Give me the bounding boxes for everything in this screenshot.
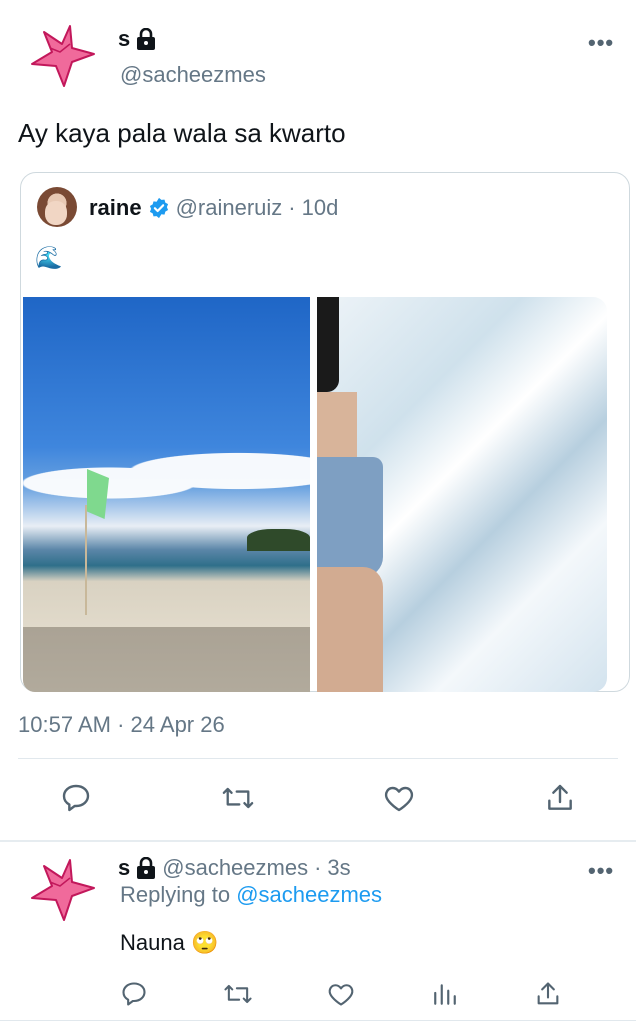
author-name-row: s (118, 26, 156, 52)
avatar[interactable] (30, 24, 96, 90)
retweet-icon[interactable] (220, 782, 256, 814)
separator-dot: · (117, 712, 131, 737)
separator-dot: · (288, 195, 296, 220)
analytics-icon[interactable] (432, 980, 458, 1008)
reply-more-options-icon[interactable]: ••• (588, 858, 614, 884)
quoted-author-row: raine @raineruiz · 10d (89, 195, 338, 221)
quoted-tweet-age: 10d (301, 195, 339, 220)
reply-icon[interactable] (60, 782, 92, 814)
like-icon[interactable] (382, 782, 416, 814)
more-options-icon[interactable]: ••• (588, 30, 614, 56)
divider (18, 758, 618, 759)
tweet-date: 24 Apr 26 (130, 712, 225, 737)
quoted-author-handle[interactable]: @raineruiz (176, 195, 283, 221)
beach-shore-photo[interactable] (23, 297, 310, 692)
lock-icon (137, 857, 156, 879)
quoted-tweet-text: 🌊 (35, 245, 63, 270)
share-icon[interactable] (534, 980, 562, 1008)
ocean-foam-photo[interactable] (317, 297, 607, 692)
quoted-avatar[interactable] (37, 187, 77, 227)
author-name[interactable]: s (118, 26, 130, 52)
reply-age: 3s (327, 855, 351, 880)
tweet-time: 10:57 AM (18, 712, 111, 737)
reply-avatar[interactable] (30, 858, 96, 924)
quoted-tweet-card[interactable]: raine @raineruiz · 10d 🌊 (20, 172, 630, 692)
divider (0, 840, 636, 842)
like-icon[interactable] (327, 980, 355, 1008)
replying-to-label: Replying to (120, 882, 231, 907)
verified-badge-icon (149, 197, 168, 219)
reply-author-handle[interactable]: @sacheezmes (162, 855, 308, 881)
share-icon[interactable] (544, 782, 576, 814)
lock-icon (137, 28, 156, 50)
reply-author-name[interactable]: s (118, 855, 130, 881)
divider (0, 1020, 636, 1021)
eye-roll-emoji: 🙄 (190, 930, 219, 955)
tweet-text: Ay kaya pala wala sa kwarto (18, 118, 346, 148)
replying-to-handle[interactable]: @sacheezmes (236, 882, 382, 907)
replying-to: Replying to @sacheezmes (120, 882, 382, 908)
reply-text: Nauna (120, 930, 185, 955)
reply-icon[interactable] (120, 980, 148, 1008)
tweet-timestamp: 10:57 AM · 24 Apr 26 (18, 712, 225, 738)
reply-text-row: Nauna 🙄 (120, 930, 218, 956)
retweet-icon[interactable] (222, 980, 254, 1008)
reply-author-row: s @sacheezmes · 3s (118, 855, 351, 881)
separator-dot: · (314, 855, 322, 880)
quoted-author-name[interactable]: raine (89, 195, 142, 221)
author-handle[interactable]: @sacheezmes (120, 62, 266, 88)
